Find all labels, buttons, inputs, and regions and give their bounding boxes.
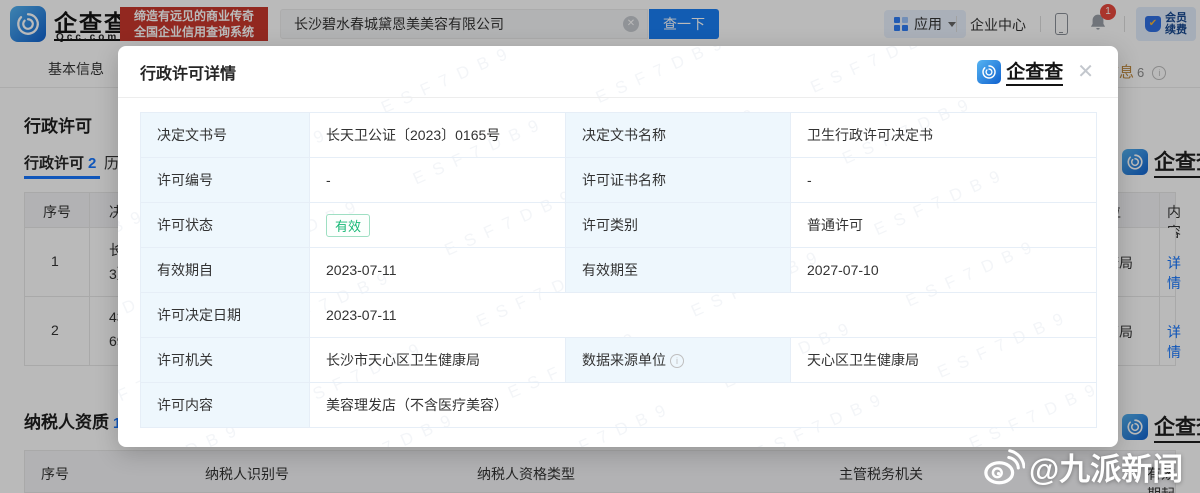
weibo-icon <box>984 448 1025 484</box>
field-label: 决定文书号 <box>140 112 310 158</box>
field-label: 决定文书名称 <box>565 112 791 158</box>
field-label: 许可编号 <box>140 157 310 203</box>
field-value: - <box>309 157 566 203</box>
field-label: 许可决定日期 <box>140 292 310 338</box>
field-label: 许可内容 <box>140 382 310 428</box>
table-row: 许可内容 美容理发店（不含医疗美容） <box>140 382 1097 428</box>
news-handle: @九派新闻 <box>1029 452 1184 487</box>
field-label: 许可机关 <box>140 337 310 383</box>
table-row: 许可编号 - 许可证书名称 - <box>140 157 1097 203</box>
field-value: 天心区卫生健康局 <box>790 337 1097 383</box>
field-label: 许可状态 <box>140 202 310 248</box>
field-value: 美容理发店（不含医疗美容） <box>309 382 1097 428</box>
table-row: 决定文书号 长天卫公证〔2023〕0165号 决定文书名称 卫生行政许可决定书 <box>140 112 1097 158</box>
field-label: 数据来源单位 i <box>565 337 791 383</box>
field-label: 有效期自 <box>140 247 310 293</box>
field-value: 普通许可 <box>790 202 1097 248</box>
field-value: 2023-07-11 <box>309 292 1097 338</box>
news-watermark: @九派新闻 <box>983 444 1183 489</box>
field-value: 有效 <box>309 202 566 248</box>
qcc-logo-icon <box>977 59 1002 84</box>
field-label: 许可类别 <box>565 202 791 248</box>
field-value: - <box>790 157 1097 203</box>
field-label: 有效期至 <box>565 247 791 293</box>
close-icon[interactable]: ✕ <box>1073 60 1098 84</box>
qcc-logo-text: 企查查 <box>1006 57 1064 86</box>
field-value: 卫生行政许可决定书 <box>790 112 1097 158</box>
table-row: 许可机关 长沙市天心区卫生健康局 数据来源单位 i 天心区卫生健康局 <box>140 337 1097 383</box>
field-value: 2027-07-10 <box>790 247 1097 293</box>
field-value: 2023-07-11 <box>309 247 566 293</box>
license-detail-modal: ESF7DB9 ESF7DB9 ESF7DB9 ESF7DB9 ESF7DB9 … <box>118 46 1118 447</box>
qcc-modal-logo: 企查查 <box>977 57 1064 86</box>
modal-header: 行政许可详情 企查查 ✕ <box>118 46 1118 98</box>
field-value: 长天卫公证〔2023〕0165号 <box>309 112 566 158</box>
field-value: 长沙市天心区卫生健康局 <box>309 337 566 383</box>
field-label-text: 数据来源单位 <box>582 352 666 368</box>
info-icon[interactable]: i <box>670 354 684 368</box>
license-detail-table: 决定文书号 长天卫公证〔2023〕0165号 决定文书名称 卫生行政许可决定书 … <box>140 112 1097 428</box>
modal-title: 行政许可详情 <box>140 65 237 83</box>
status-badge: 有效 <box>326 213 371 237</box>
table-row: 有效期自 2023-07-11 有效期至 2027-07-10 <box>140 247 1097 293</box>
table-row: 许可状态 有效 许可类别 普通许可 <box>140 202 1097 248</box>
field-label: 许可证书名称 <box>565 157 791 203</box>
table-row: 许可决定日期 2023-07-11 <box>140 292 1097 338</box>
